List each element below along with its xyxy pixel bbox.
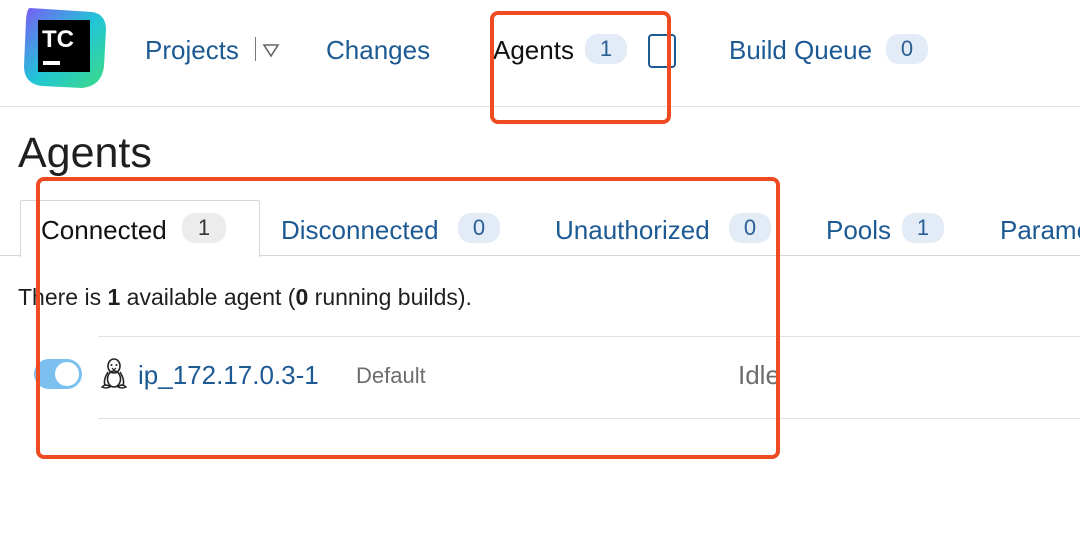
tab-pools[interactable]: Pools: [826, 217, 891, 243]
tabs-divider-left: [0, 255, 20, 256]
build-queue-count-badge: 0: [886, 34, 928, 64]
nav-divider: [255, 37, 256, 61]
chevron-down-icon[interactable]: [262, 42, 280, 58]
tab-parameters[interactable]: Parame: [1000, 217, 1080, 243]
nav-projects[interactable]: Projects: [145, 37, 239, 63]
annotation-box-agents-nav: [490, 11, 671, 124]
nav-changes[interactable]: Changes: [326, 37, 430, 63]
annotation-box-agents-list: [36, 177, 780, 459]
page-title: Agents: [18, 129, 152, 177]
tab-pools-count: 1: [902, 213, 944, 243]
nav-build-queue[interactable]: Build Queue: [729, 37, 872, 63]
svg-text:TC: TC: [42, 26, 74, 53]
teamcity-logo[interactable]: TC: [22, 6, 108, 90]
